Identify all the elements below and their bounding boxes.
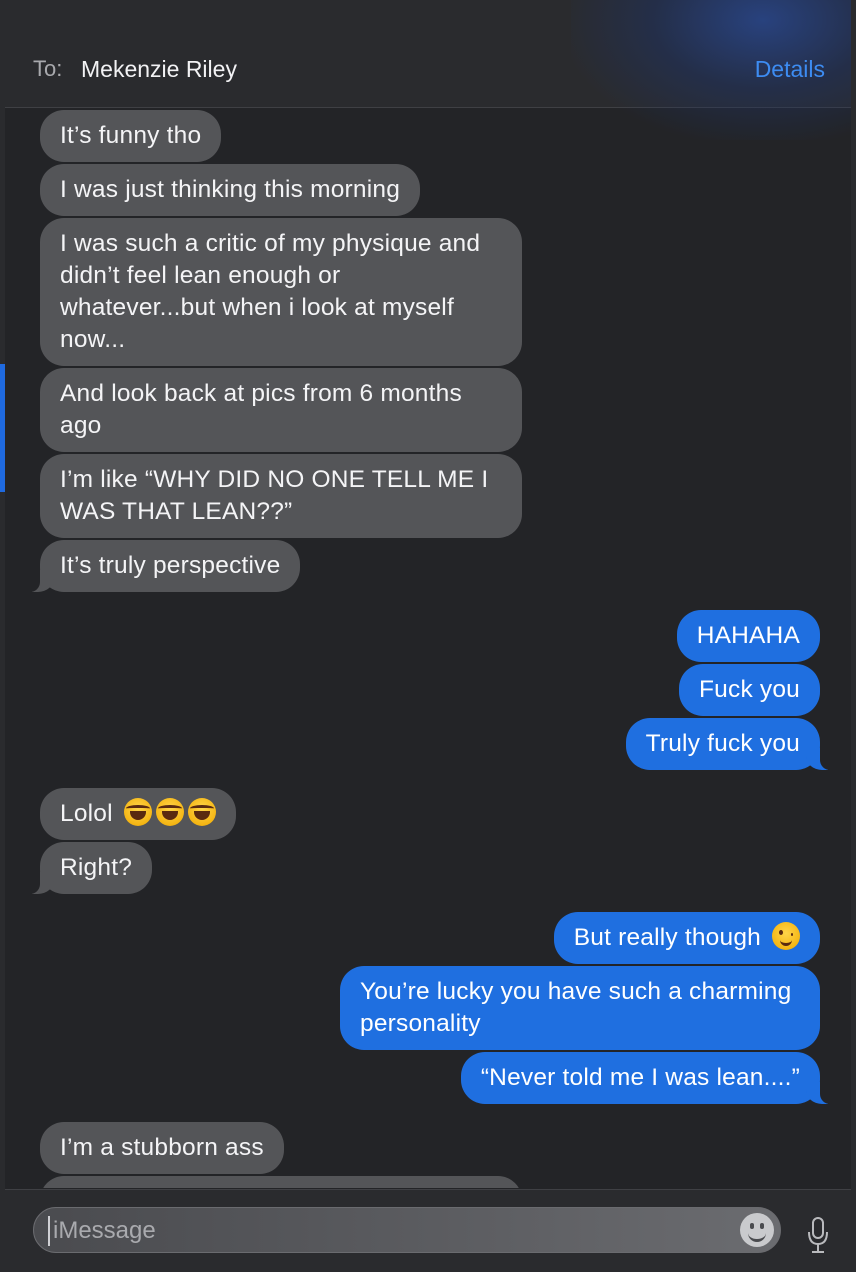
- smiley-face-icon[interactable]: [740, 1213, 774, 1247]
- message-text: You’re lucky you have such a charming pe…: [360, 978, 792, 1037]
- message-bubble-incoming[interactable]: I was such a critic of my physique and d…: [40, 218, 522, 366]
- message-text: I was just thinking this morning: [60, 176, 401, 203]
- message-text: But really though: [573, 924, 761, 951]
- message-text: I’m a stubborn ass: [60, 1134, 264, 1161]
- message-bubble-incoming[interactable]: It’s funny tho: [40, 110, 222, 162]
- message-text: Fuck you: [699, 676, 800, 703]
- message-text: Lolol: [60, 800, 113, 827]
- message-bubble-incoming[interactable]: And look back at pics from 6 months ago: [40, 368, 522, 452]
- message-text: I was such a critic of my physique and d…: [60, 230, 481, 353]
- message-text: It’s funny tho: [60, 122, 202, 149]
- message-bubble-outgoing[interactable]: “Never told me I was lean....”: [460, 1052, 835, 1104]
- compose-bar: iMessage: [5, 1189, 851, 1272]
- conversation-header: To: Mekenzie Riley Details: [5, 0, 851, 140]
- message-text: I’m like “WHY DID NO ONE TELL ME I WAS T…: [60, 466, 489, 525]
- tears-of-joy-emoji-icon: [123, 798, 152, 826]
- tears-of-joy-emoji-icon: [187, 798, 216, 826]
- message-bubble-incoming[interactable]: Lolol: [40, 788, 236, 840]
- imessage-placeholder: iMessage: [53, 1217, 156, 1244]
- message-bubble-incoming[interactable]: I’m like “WHY DID NO ONE TELL ME I WAS T…: [40, 454, 522, 538]
- tears-of-joy-emoji-icon: [155, 798, 184, 826]
- to-label: To:: [33, 56, 63, 81]
- imessage-input[interactable]: iMessage: [33, 1207, 781, 1253]
- window-right-edge: [851, 0, 856, 1272]
- message-bubble-outgoing[interactable]: HAHAHA: [676, 610, 820, 662]
- message-bubble-incoming-partial[interactable]: [40, 1176, 522, 1188]
- message-bubble-incoming[interactable]: Right?: [25, 842, 153, 894]
- message-bubble-incoming[interactable]: I’m a stubborn ass: [40, 1122, 284, 1174]
- text-caret: [48, 1216, 50, 1246]
- message-bubble-outgoing[interactable]: Truly fuck you: [625, 718, 835, 770]
- microphone-icon[interactable]: [805, 1216, 831, 1256]
- message-text: HAHAHA: [696, 622, 800, 649]
- message-bubble-outgoing[interactable]: You’re lucky you have such a charming pe…: [340, 966, 820, 1050]
- message-transcript[interactable]: It’s funny tho I was just thinking this …: [5, 108, 851, 1188]
- message-text: Right?: [60, 854, 133, 881]
- message-bubble-incoming[interactable]: I was just thinking this morning: [40, 164, 421, 216]
- message-text: Truly fuck you: [645, 730, 800, 757]
- recipient-name[interactable]: Mekenzie Riley: [81, 56, 237, 83]
- message-bubble-outgoing[interactable]: But really though: [553, 912, 820, 964]
- winking-face-emoji-icon: [772, 922, 800, 950]
- details-button[interactable]: Details: [755, 56, 825, 83]
- message-bubble-incoming[interactable]: It’s truly perspective: [25, 540, 301, 592]
- message-text: “Never told me I was lean....”: [480, 1064, 800, 1091]
- message-text: And look back at pics from 6 months ago: [60, 380, 462, 439]
- messages-window: To: Mekenzie Riley Details It’s funny th…: [5, 0, 851, 1272]
- message-text: It’s truly perspective: [60, 552, 281, 579]
- message-bubble-outgoing[interactable]: Fuck you: [679, 664, 820, 716]
